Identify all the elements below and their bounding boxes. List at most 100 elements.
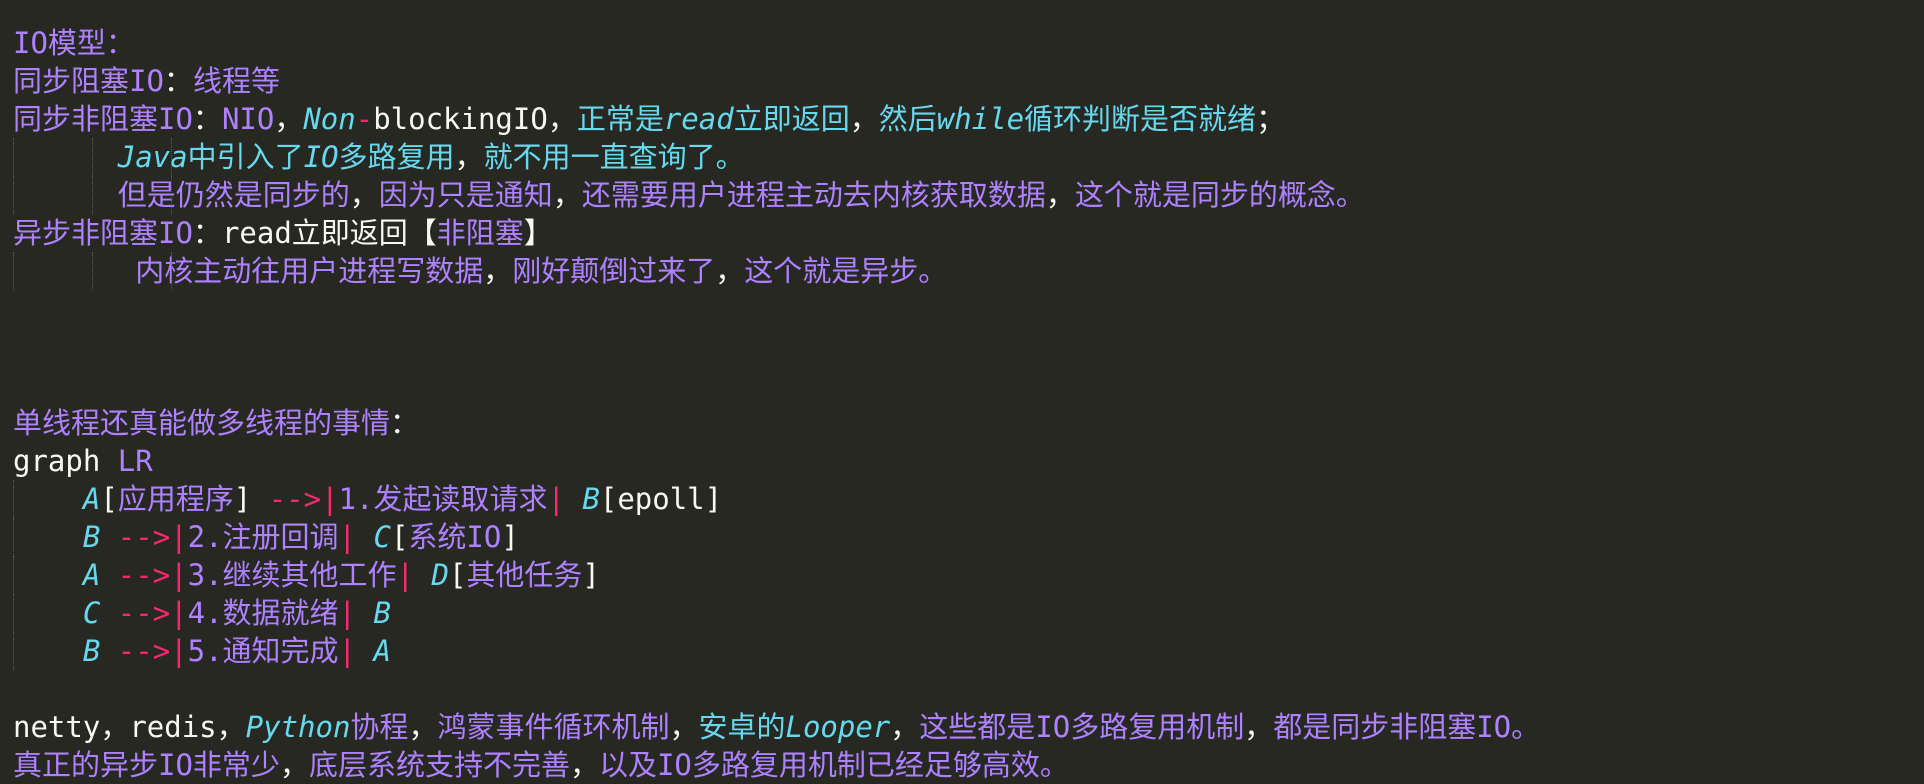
text-token: 协程 bbox=[350, 710, 409, 744]
editor-line-graph-edge-2[interactable]: B -->|2.注册回调| C[系统IO] bbox=[13, 518, 1914, 556]
editor-line-io-model-title[interactable]: IO模型： bbox=[13, 24, 1914, 62]
editor-line-single-thread-title[interactable]: 单线程还真能做多线程的事情： bbox=[13, 404, 1914, 442]
indent-guide bbox=[13, 176, 14, 214]
text-token: 这个就是异步。 bbox=[744, 254, 948, 288]
text-token: C bbox=[82, 596, 101, 630]
text-token: 系统IO bbox=[408, 520, 502, 554]
text-token: 应用程序 bbox=[117, 482, 234, 516]
text-token: ] bbox=[233, 482, 269, 516]
text-token: 然后 bbox=[878, 102, 937, 136]
text-token: A bbox=[82, 482, 101, 516]
editor-line-sync-nonblocking-still-sync[interactable]: 但是仍然是同步的，因为只是通知，还需要用户进程主动去内核获取数据，这个就是同步的… bbox=[13, 176, 1914, 214]
text-token: B bbox=[82, 634, 101, 668]
text-token: 线程等 bbox=[192, 64, 280, 98]
editor-line-graph-edge-3[interactable]: A -->|3.继续其他工作| D[其他任务] bbox=[13, 556, 1914, 594]
text-token: read立即返回【 bbox=[221, 216, 437, 250]
indent-guide bbox=[13, 556, 14, 594]
indent-guide bbox=[13, 138, 14, 176]
text-token: B bbox=[582, 482, 600, 516]
indent-guide bbox=[13, 252, 14, 290]
indent-guide bbox=[171, 138, 172, 176]
text-token: -->| bbox=[117, 596, 188, 630]
text-token: ， bbox=[279, 748, 309, 782]
editor-line-true-async-rare[interactable]: 真正的异步IO非常少，底层系统支持不完善，以及IO多路复用机制已经足够高效。 bbox=[13, 746, 1914, 784]
editor-line-blank-4[interactable] bbox=[13, 670, 1914, 708]
text-token: 刚好颠倒过来了 bbox=[512, 254, 716, 288]
editor-line-graph-edge-4[interactable]: C -->|4.数据就绪| B bbox=[13, 594, 1914, 632]
text-token: 这些都是IO多路复用机制 bbox=[919, 710, 1245, 744]
text-token: 2.注册回调 bbox=[187, 520, 339, 554]
editor-line-graph-edge-5[interactable]: B -->|5.通知完成| A bbox=[13, 632, 1914, 670]
text-token: 4.数据就绪 bbox=[187, 596, 339, 630]
text-editor[interactable]: IO模型： 同步阻塞IO：线程等 同步非阻塞IO：NIO，Non-blockingI… bbox=[13, 24, 1914, 784]
text-token: 5.通知完成 bbox=[187, 634, 339, 668]
indent-guide bbox=[171, 176, 172, 214]
text-token: - bbox=[355, 102, 374, 136]
text-token: 因为只是通知 bbox=[378, 178, 553, 212]
text-token: ： bbox=[192, 102, 222, 136]
editor-line-graph-edge-1[interactable]: A[应用程序] -->|1.发起读取请求| B[epoll] bbox=[13, 480, 1914, 518]
text-token: netty bbox=[13, 710, 101, 744]
editor-line-blank-3[interactable] bbox=[13, 366, 1914, 404]
text-token: 鸿蒙事件循环机制 bbox=[437, 710, 670, 744]
text-token: 正常是 bbox=[576, 102, 664, 136]
text-token: graph bbox=[13, 444, 118, 478]
text-token: ， bbox=[1244, 710, 1274, 744]
text-token: 还需要用户进程主动去内核获取数据 bbox=[581, 178, 1046, 212]
text-token: ， bbox=[547, 102, 577, 136]
text-token: Non bbox=[303, 102, 356, 136]
text-token: | bbox=[338, 634, 374, 668]
indent-guide bbox=[13, 594, 14, 632]
editor-line-iomux-examples[interactable]: netty，redis，Python协程，鸿蒙事件循环机制，安卓的Looper，… bbox=[13, 708, 1914, 746]
text-token: ， bbox=[216, 710, 246, 744]
text-token: A bbox=[82, 558, 101, 592]
text-token: ， bbox=[552, 178, 582, 212]
text-token: 异步非阻塞IO bbox=[13, 216, 193, 250]
text-token: ： bbox=[192, 216, 222, 250]
text-token: ， bbox=[715, 254, 745, 288]
text-token: 同步非阻塞IO bbox=[13, 102, 193, 136]
text-token: B bbox=[373, 596, 391, 630]
text-token: 循环判断是否就绪 bbox=[1024, 102, 1257, 136]
text-token: 其他任务 bbox=[466, 558, 583, 592]
editor-line-blank-2[interactable] bbox=[13, 328, 1914, 366]
text-token: ， bbox=[1045, 178, 1075, 212]
text-token: 这个就是同步的概念。 bbox=[1074, 178, 1365, 212]
text-token: A bbox=[373, 634, 391, 668]
indent-guide bbox=[13, 518, 14, 556]
text-token: ， bbox=[408, 710, 438, 744]
text-token: | bbox=[338, 520, 374, 554]
text-token: while bbox=[936, 102, 1025, 136]
text-token: 非阻塞 bbox=[436, 216, 524, 250]
text-token: ， bbox=[274, 102, 304, 136]
text-token: IO bbox=[303, 140, 339, 174]
text-token: 立即返回 bbox=[733, 102, 850, 136]
text-token: [ bbox=[100, 482, 118, 516]
editor-line-sync-blocking[interactable]: 同步阻塞IO：线程等 bbox=[13, 62, 1914, 100]
text-token: -->| bbox=[117, 634, 188, 668]
editor-line-blank-1[interactable] bbox=[13, 290, 1914, 328]
text-token: 内核主动往用户进程写数据 bbox=[135, 254, 484, 288]
editor-line-async-nonblocking-kernel[interactable]: 内核主动往用户进程写数据，刚好颠倒过来了，这个就是异步。 bbox=[13, 252, 1914, 290]
text-token: C bbox=[373, 520, 391, 554]
indent-guide bbox=[92, 176, 93, 214]
editor-line-sync-nonblocking[interactable]: 同步非阻塞IO：NIO，Non-blockingIO，正常是read立即返回，然… bbox=[13, 100, 1914, 138]
text-token: D bbox=[431, 558, 449, 592]
text-token: ] bbox=[501, 520, 519, 554]
text-token: ； bbox=[1256, 102, 1286, 136]
text-token: -->| bbox=[268, 482, 339, 516]
text-token: read bbox=[663, 102, 734, 136]
text-token: ， bbox=[483, 254, 513, 288]
text-token: 1.发起读取请求 bbox=[338, 482, 548, 516]
editor-line-async-nonblocking[interactable]: 异步非阻塞IO：read立即返回【非阻塞】 bbox=[13, 214, 1914, 252]
editor-line-sync-nonblocking-java[interactable]: Java中引入了IO多路复用，就不用一直查询了。 bbox=[13, 138, 1914, 176]
text-token: [ bbox=[390, 520, 409, 554]
editor-line-graph-header[interactable]: graph LR bbox=[13, 442, 1914, 480]
